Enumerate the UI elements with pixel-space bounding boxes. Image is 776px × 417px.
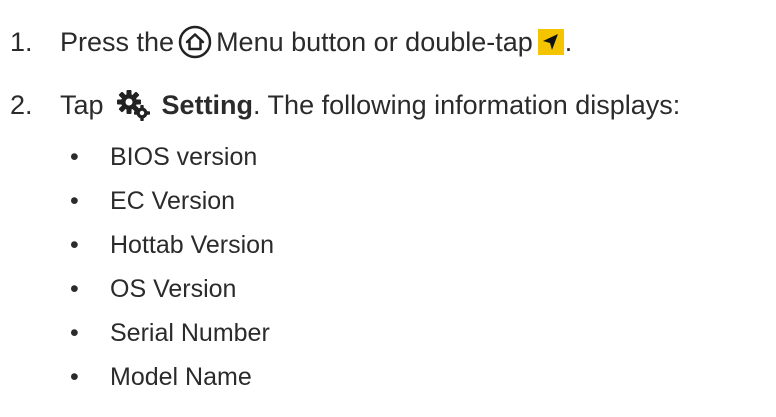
step-text: . The following information displays:	[253, 90, 681, 120]
list-item: • Hottab Version	[70, 230, 274, 260]
list-item: • EC Version	[70, 186, 235, 216]
step-text: Press the	[60, 27, 175, 57]
step-text: Tap	[60, 90, 104, 120]
step-number: 2.	[10, 90, 33, 120]
list-item-label: Hottab Version	[110, 231, 274, 259]
bullet-icon: •	[70, 187, 79, 215]
bullet-icon: •	[70, 363, 79, 391]
navigation-arrow-icon	[537, 29, 564, 55]
step-2: 2. Tap Setting . The following informati…	[10, 87, 680, 123]
list-item-label: Serial Number	[110, 319, 270, 347]
bullet-icon: •	[70, 231, 79, 259]
step-text: Menu button or double-tap	[216, 27, 533, 57]
list-item: • BIOS version	[70, 142, 257, 172]
list-item-label: Model Name	[110, 363, 252, 391]
bullet-icon: •	[70, 319, 79, 347]
list-item: • Serial Number	[70, 318, 270, 348]
step-1: 1. Press the Menu button or double-tap .	[10, 24, 572, 60]
home-icon	[178, 25, 212, 59]
list-item: • Model Name	[70, 362, 252, 392]
list-item-label: OS Version	[110, 275, 237, 303]
bullet-icon: •	[70, 275, 79, 303]
setting-label: Setting	[161, 90, 254, 120]
step-period: .	[564, 27, 573, 57]
step-number: 1.	[10, 27, 33, 57]
bullet-icon: •	[70, 143, 79, 171]
list-item-label: BIOS version	[110, 143, 258, 171]
list-item-label: EC Version	[110, 187, 236, 215]
list-item: • OS Version	[70, 274, 236, 304]
gear-icon	[114, 88, 152, 122]
